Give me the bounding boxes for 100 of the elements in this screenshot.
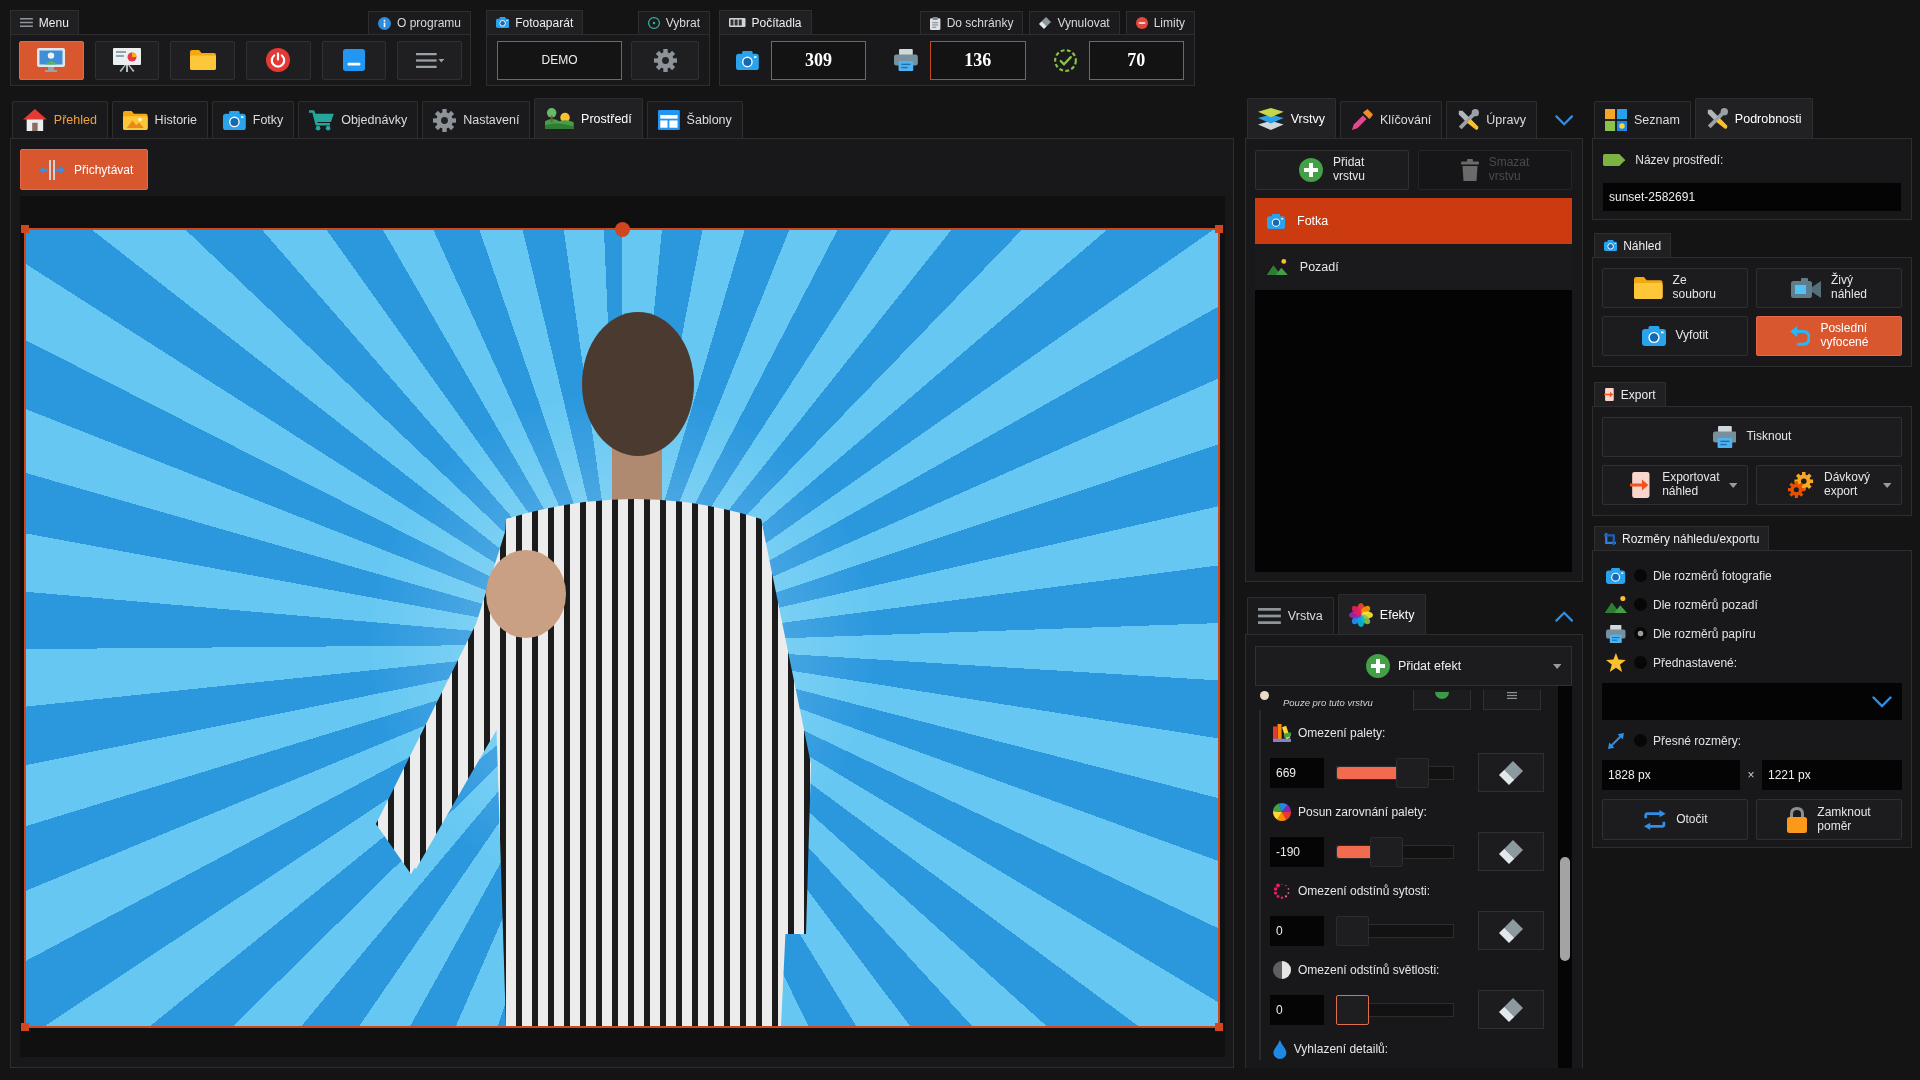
slider-track[interactable]: [1336, 836, 1454, 867]
camera-tab[interactable]: Fotoaparát: [486, 10, 584, 34]
option-label: Přednastavené:: [1653, 655, 1738, 670]
value-field[interactable]: 0: [1270, 994, 1324, 1025]
panel-tab[interactable]: Vrstva: [1247, 597, 1334, 634]
layer-item[interactable]: Pozadí: [1255, 244, 1572, 290]
panel-tab[interactable]: Seznam: [1594, 101, 1691, 138]
main-tab[interactable]: Šablony: [646, 101, 743, 138]
small-button[interactable]: [1483, 690, 1541, 710]
about-tab[interactable]: O programu: [367, 11, 471, 34]
semicircle-icon: [1435, 692, 1449, 699]
presentation-button[interactable]: [94, 40, 160, 80]
reset-button[interactable]: [1478, 753, 1544, 792]
slider-track[interactable]: [1336, 994, 1454, 1025]
video-camera-icon: [1791, 278, 1821, 298]
camera-name-display: DEMO: [497, 40, 622, 80]
scrollbar-thumb[interactable]: [1560, 857, 1570, 961]
settings-button[interactable]: [631, 40, 699, 80]
power-button[interactable]: [246, 40, 311, 80]
export-button[interactable]: Dávkový export: [1756, 465, 1902, 505]
preview-button[interactable]: Vyfotit: [1602, 316, 1748, 356]
slider-track[interactable]: [1336, 757, 1454, 788]
counter-action-tab[interactable]: Limity: [1125, 11, 1195, 34]
value-field[interactable]: 669: [1270, 757, 1324, 788]
main-tab[interactable]: Prostředí: [534, 98, 643, 138]
snap-button[interactable]: Přichytávat: [20, 149, 148, 190]
trash-icon: [1460, 159, 1479, 181]
reset-button[interactable]: [1478, 832, 1544, 871]
slider-thumb[interactable]: [1336, 994, 1369, 1025]
preview-button[interactable]: Ze souboru: [1602, 268, 1748, 308]
counter-action-tab[interactable]: Do schránky: [920, 11, 1024, 34]
main-tab[interactable]: Objednávky: [298, 101, 419, 138]
presentation-icon: [113, 48, 141, 72]
swap-arrows-icon: [1642, 809, 1667, 830]
value-field[interactable]: -190: [1270, 836, 1324, 867]
export-button[interactable]: Tisknout: [1602, 417, 1902, 457]
width-field[interactable]: 1828 px: [1602, 760, 1740, 790]
chevron-down-icon[interactable]: [1554, 115, 1573, 126]
export-button[interactable]: Exportovat náhled: [1602, 465, 1748, 505]
counters-tab[interactable]: Počítadla: [719, 10, 812, 34]
target-icon: [647, 17, 660, 29]
value-field[interactable]: 0: [1270, 915, 1324, 946]
main-tab[interactable]: Historie: [111, 101, 208, 138]
panel-tab[interactable]: Úpravy: [1446, 101, 1537, 138]
dimension-button[interactable]: Zamknout poměr: [1756, 799, 1902, 840]
radio-button[interactable]: [1634, 627, 1647, 640]
slider-track[interactable]: [1336, 915, 1454, 946]
group-tab[interactable]: Export: [1594, 382, 1666, 406]
slider-thumb[interactable]: [1336, 915, 1369, 946]
caret-icon: [1882, 483, 1891, 488]
panel-tab[interactable]: Vrstvy: [1247, 98, 1336, 138]
height-field[interactable]: 1221 px: [1762, 760, 1902, 790]
printer-icon: [894, 49, 919, 71]
panel-tab[interactable]: Podrobnosti: [1694, 98, 1813, 138]
minimize-button[interactable]: [321, 40, 387, 80]
circle-icon: [1260, 691, 1269, 700]
main-tab[interactable]: Fotky: [212, 101, 295, 138]
reset-button[interactable]: [1478, 911, 1544, 950]
select-tab[interactable]: Vybrat: [637, 11, 710, 34]
monitor-user-icon: [37, 48, 66, 72]
camera-icon: [1641, 326, 1666, 346]
counter-value: 309: [770, 40, 867, 80]
preview-button[interactable]: Živý náhled: [1756, 268, 1902, 308]
reset-button[interactable]: [1478, 990, 1544, 1029]
layer-button[interactable]: Přidat vrstvu: [1255, 150, 1409, 190]
resize-arrow-icon: [1608, 732, 1624, 749]
tools-icon: [1457, 109, 1480, 131]
add-effect-button[interactable]: Přidat efekt: [1255, 646, 1572, 686]
small-button[interactable]: [1413, 690, 1471, 710]
snap-icon: [39, 159, 65, 180]
caret-icon: [1728, 483, 1737, 488]
layer-item[interactable]: Fotka: [1255, 198, 1572, 244]
resize-handle[interactable]: [1215, 225, 1223, 233]
folder-icon: [189, 50, 216, 70]
info-icon: [377, 16, 391, 30]
folder-button[interactable]: [170, 40, 235, 80]
resize-handle[interactable]: [21, 225, 29, 233]
display-button[interactable]: [19, 40, 84, 80]
group-tab[interactable]: Náhled: [1594, 233, 1672, 257]
option-label: Dle rozměrů pozadí: [1653, 597, 1758, 612]
camera-icon: [223, 110, 246, 130]
preview-button[interactable]: Poslední vyfocené: [1756, 316, 1902, 356]
star-icon: [1606, 653, 1626, 672]
main-tab[interactable]: Přehled: [12, 101, 108, 138]
menu-tab[interactable]: Menu: [10, 10, 79, 34]
chevron-up-icon[interactable]: [1554, 611, 1573, 622]
layout-icon: [657, 110, 680, 130]
effect-label: Vyhlazení detailů:: [1293, 1042, 1389, 1056]
resize-handle[interactable]: [1215, 1023, 1223, 1031]
panel-tab[interactable]: Efekty: [1337, 594, 1426, 634]
menu-button[interactable]: [397, 40, 463, 80]
counter-action-tab[interactable]: Vynulovat: [1029, 11, 1120, 34]
main-tab[interactable]: Nastavení: [422, 101, 531, 138]
name-field[interactable]: sunset-2582691: [1603, 183, 1901, 211]
slider-thumb[interactable]: [1370, 836, 1404, 867]
slider-thumb[interactable]: [1396, 757, 1430, 788]
resize-handle[interactable]: [21, 1023, 29, 1031]
dimension-button[interactable]: Otočit: [1602, 799, 1748, 840]
group-tab[interactable]: Rozměry náhledu/exportu: [1594, 526, 1770, 550]
panel-tab[interactable]: Klíčování: [1339, 101, 1443, 138]
